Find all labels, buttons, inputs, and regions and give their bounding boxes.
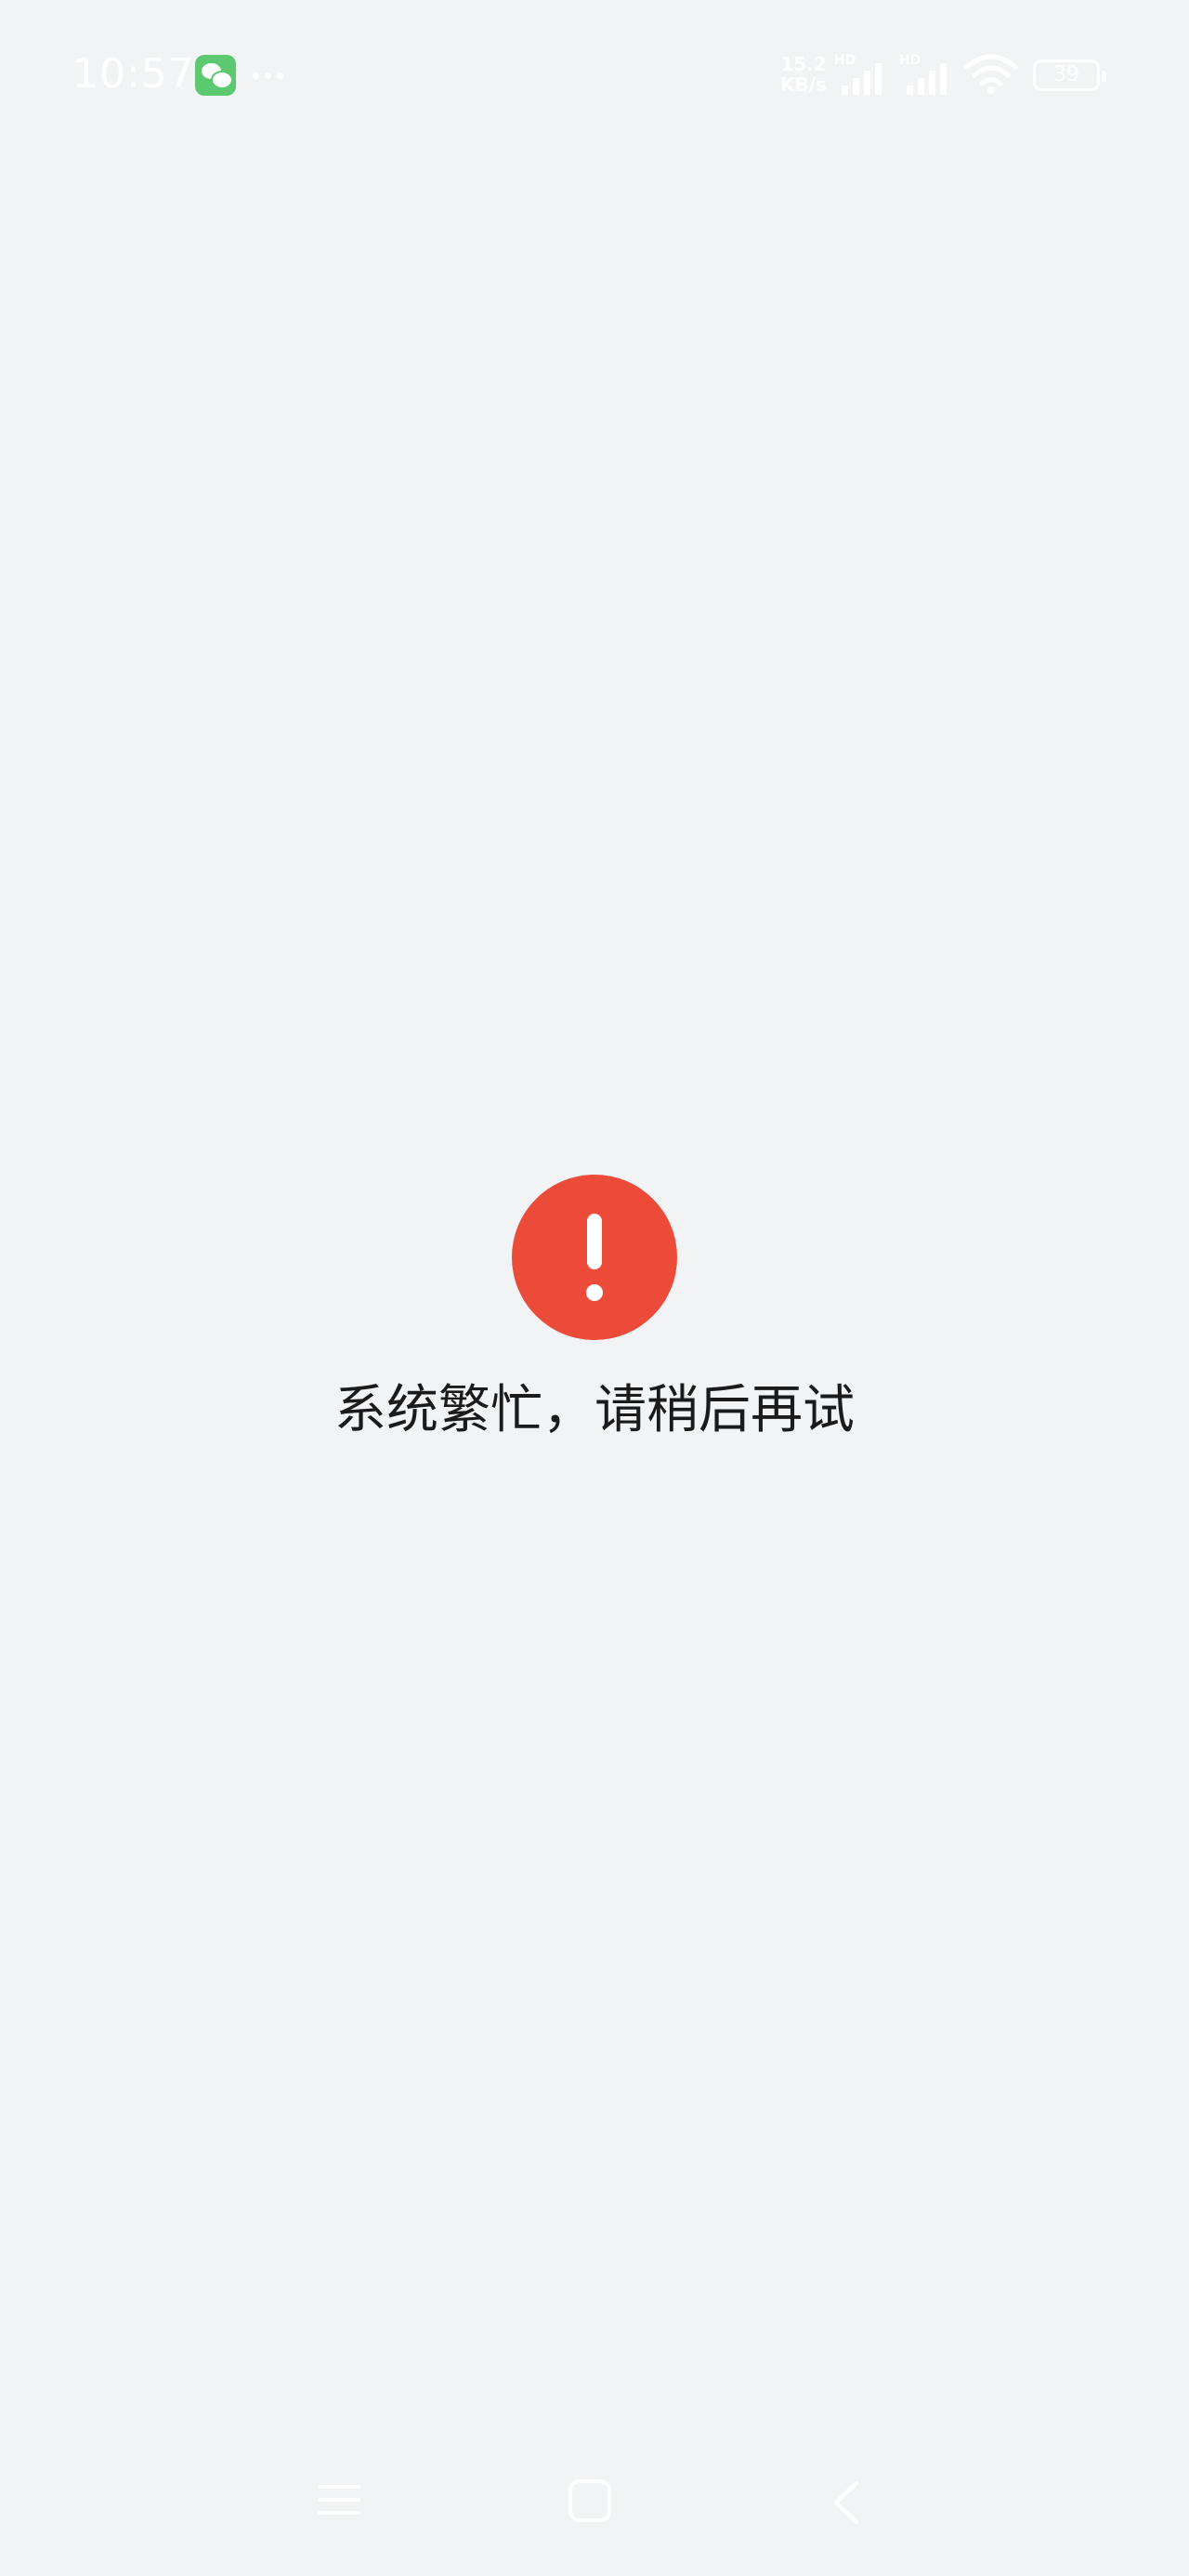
menu-icon[interactable] xyxy=(318,2481,360,2518)
navigation-bar xyxy=(0,2453,1189,2556)
back-icon[interactable] xyxy=(829,2479,866,2526)
wechat-icon xyxy=(195,55,236,96)
more-notifications-icon xyxy=(251,72,288,80)
cellular-signal-icon-2: HD xyxy=(899,54,959,97)
network-speed: 15.2 KB/s xyxy=(771,54,836,95)
network-speed-unit: KB/s xyxy=(780,73,827,96)
signal-hd-label-2: HD xyxy=(899,53,921,68)
battery-level: 39 xyxy=(1053,63,1079,86)
signal-hd-label: HD xyxy=(834,53,856,68)
home-icon[interactable] xyxy=(568,2479,611,2522)
exclamation-icon xyxy=(512,1175,677,1340)
network-speed-value: 15.2 xyxy=(780,53,827,75)
status-time: 10:57 xyxy=(72,50,195,98)
status-bar: 10:57 15.2 KB/s HD HD 39 xyxy=(0,0,1189,149)
error-message: 系统繁忙，请稍后再试 xyxy=(334,1380,855,1440)
cellular-signal-icon: HD xyxy=(834,54,894,97)
wifi-icon xyxy=(964,54,1018,94)
battery-icon: 39 xyxy=(1033,59,1106,91)
